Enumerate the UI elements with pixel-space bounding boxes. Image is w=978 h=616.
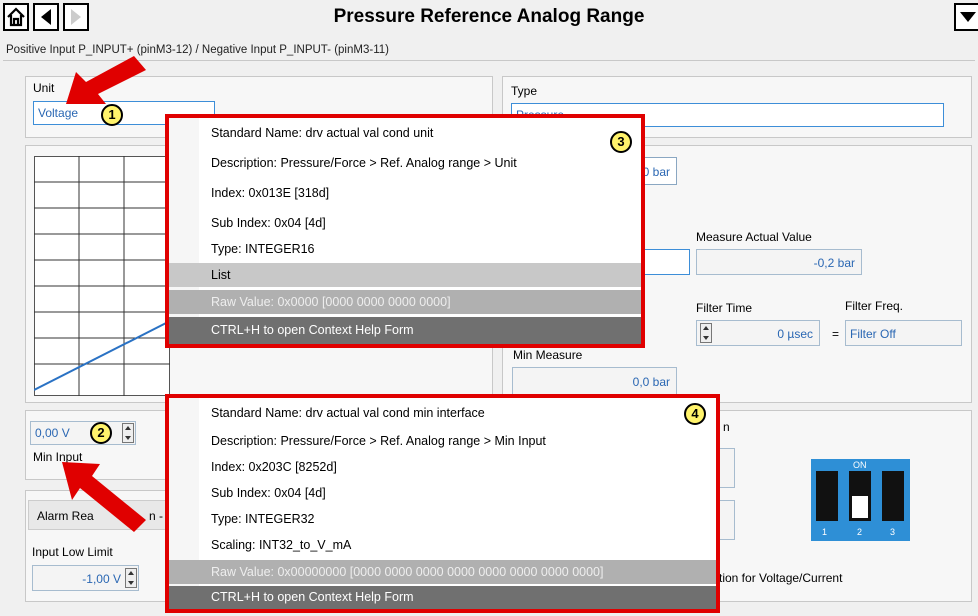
popup-list-row[interactable]: List xyxy=(169,263,641,287)
popup-help-row[interactable]: CTRL+H to open Context Help Form xyxy=(169,317,641,344)
menu-dropdown-button[interactable] xyxy=(954,3,978,31)
popup-row: Standard Name: drv actual val cond min i… xyxy=(211,406,485,420)
min-measure-field: 0,0 bar xyxy=(512,367,677,395)
dip-switch-3[interactable] xyxy=(882,471,904,521)
filter-time-value: 0 µsec xyxy=(777,327,813,341)
min-input-spinner[interactable] xyxy=(122,423,134,443)
popup-raw-value-row: Raw Value: 0x0000 [0000 0000 0000 0000] xyxy=(169,290,641,314)
filter-time-label: Filter Time xyxy=(696,301,753,315)
option-partial-label: n xyxy=(723,420,730,434)
range-graph xyxy=(34,156,170,396)
callout-badge-3: 3 xyxy=(610,131,632,153)
arrow-pointer-icon xyxy=(62,462,146,532)
callout-badge-4: 4 xyxy=(684,403,706,425)
input-low-limit-field[interactable]: -1,00 V xyxy=(32,565,139,591)
measure-actual-label: Measure Actual Value xyxy=(696,230,812,244)
dip-switch: ON 1 2 3 xyxy=(811,459,910,541)
measure-actual-value: -0,2 bar xyxy=(813,256,855,270)
popup-row: Scaling: INT32_to_V_mA xyxy=(211,538,352,552)
unit-label: Unit xyxy=(33,81,55,95)
page-title: Pressure Reference Analog Range xyxy=(333,6,645,27)
equals-sign: = xyxy=(832,327,840,341)
filter-freq-value: Filter Off xyxy=(850,327,896,341)
popup-raw-value-row: Raw Value: 0x00000000 [0000 0000 0000 00… xyxy=(169,560,716,584)
dip-switch-2-knob xyxy=(852,496,868,518)
measure-actual-field: -0,2 bar xyxy=(696,249,862,275)
context-help-popup-unit: Standard Name: drv actual val cond unit … xyxy=(165,114,645,348)
dip-switch-1[interactable] xyxy=(816,471,838,521)
filter-time-spinner[interactable] xyxy=(700,323,712,343)
top-bar-value: 0 bar xyxy=(642,165,670,179)
filter-time-field[interactable]: 0 µsec xyxy=(696,320,820,346)
input-low-limit-spinner[interactable] xyxy=(125,568,137,588)
input-low-limit-value: -1,00 V xyxy=(82,572,121,586)
min-input-value: 0,00 V xyxy=(35,426,70,440)
filter-freq-label: Filter Freq. xyxy=(845,299,904,313)
dip-label-3: 3 xyxy=(890,527,896,537)
popup-row: Sub Index: 0x04 [4d] xyxy=(211,486,326,500)
dip-label-2: 2 xyxy=(857,527,863,537)
min-measure-label: Min Measure xyxy=(513,348,583,362)
min-input-field[interactable]: 0,00 V xyxy=(30,421,136,445)
switch-caption: tion for Voltage/Current xyxy=(719,571,843,585)
popup-row: Type: INTEGER32 xyxy=(211,512,315,526)
popup-row: Index: 0x013E [318d] xyxy=(211,186,330,200)
popup-row: Index: 0x203C [8252d] xyxy=(211,460,337,474)
popup-row: Standard Name: drv actual val cond unit xyxy=(211,126,434,140)
arrow-pointer-icon xyxy=(66,56,146,104)
context-help-popup-min-input: Standard Name: drv actual val cond min i… xyxy=(165,394,720,613)
min-measure-value: 0,0 bar xyxy=(632,375,670,389)
popup-row: Type: INTEGER16 xyxy=(211,242,315,256)
popup-row: Sub Index: 0x04 [4d] xyxy=(211,216,326,230)
input-low-limit-label: Input Low Limit xyxy=(32,545,113,559)
dip-label-1: 1 xyxy=(822,527,828,537)
popup-row: Description: Pressure/Force > Ref. Analo… xyxy=(211,156,517,170)
dip-switch-2[interactable] xyxy=(849,471,871,521)
chevron-down-icon xyxy=(960,12,976,22)
partial-input-field[interactable] xyxy=(638,249,690,275)
type-label: Type xyxy=(511,84,538,98)
popup-row: Description: Pressure/Force > Ref. Analo… xyxy=(211,434,546,448)
filter-freq-field: Filter Off xyxy=(845,320,962,346)
callout-badge-2: 2 xyxy=(90,422,112,444)
dip-on-label: ON xyxy=(853,460,867,470)
popup-help-row[interactable]: CTRL+H to open Context Help Form xyxy=(169,586,716,609)
